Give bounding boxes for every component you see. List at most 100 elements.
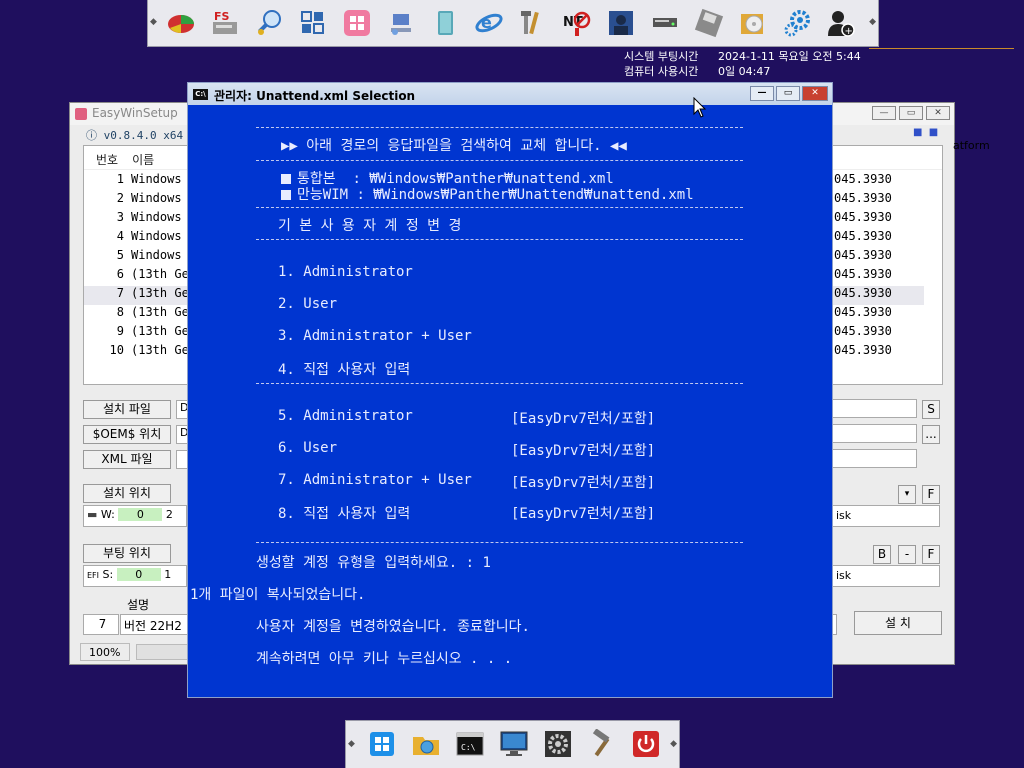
column-no[interactable]: 번호 xyxy=(96,153,118,167)
windows-tile-icon[interactable] xyxy=(338,6,376,40)
console-title: 관리자: Unattend.xml Selection xyxy=(214,89,416,103)
console-minimize-button[interactable]: — xyxy=(750,86,774,101)
row-number: 5 xyxy=(116,248,124,262)
grid-icon[interactable] xyxy=(294,6,332,40)
column-name[interactable]: 이름 xyxy=(132,153,154,167)
row-name: Windows xyxy=(131,210,182,224)
info-icon: ⓘ xyxy=(86,129,104,142)
dropdown-button[interactable]: ▾ xyxy=(898,485,916,504)
continue-message: 계속하려면 아무 키나 누르십시오 . . . xyxy=(256,651,513,667)
path-field-1[interactable] xyxy=(832,399,917,418)
not-icon[interactable]: NT xyxy=(558,6,596,40)
option-6-tag: [EasyDrv7런처/포함] xyxy=(511,443,656,459)
install-button[interactable]: 설 치 xyxy=(854,611,942,635)
floppy-icon[interactable] xyxy=(690,6,728,40)
row-name: (13th Ge xyxy=(131,324,189,338)
minus-button[interactable]: - xyxy=(898,545,916,564)
grip-right-icon[interactable]: ◆ xyxy=(869,17,876,27)
hammer-icon[interactable] xyxy=(582,727,622,761)
row-version: 045.3930 xyxy=(834,210,892,224)
svg-text:FS: FS xyxy=(214,10,230,23)
row-number: 4 xyxy=(116,229,124,243)
grip-left-icon[interactable]: ◆ xyxy=(150,17,157,27)
dots-icon: ■ ■ xyxy=(913,127,939,138)
oem-location-button[interactable]: $OEM$ 위치 xyxy=(83,425,171,444)
boot-location-button[interactable]: 부팅 위치 xyxy=(83,544,171,563)
install-file-button[interactable]: 설치 파일 xyxy=(83,400,171,419)
option-2: 2. User xyxy=(278,296,338,312)
row-version: 045.3930 xyxy=(834,267,892,281)
network-pc-icon[interactable] xyxy=(382,6,420,40)
efi-icon: EFI xyxy=(87,571,100,580)
app-icon xyxy=(75,108,87,120)
tools-icon[interactable] xyxy=(514,6,552,40)
grip-right-icon[interactable]: ◆ xyxy=(670,739,677,749)
disc-box-icon[interactable] xyxy=(734,6,772,40)
windows-icon[interactable] xyxy=(362,727,402,761)
install-location-button[interactable]: 설치 위치 xyxy=(83,484,171,503)
divider xyxy=(256,383,743,384)
row-number: 3 xyxy=(116,210,124,224)
row-number: 9 xyxy=(116,324,124,338)
fs-icon[interactable]: FS xyxy=(206,6,244,40)
console-maximize-button[interactable]: ▭ xyxy=(776,86,800,101)
row-version: 045.3930 xyxy=(834,191,892,205)
drive-small-icon: ▬ xyxy=(87,508,101,521)
row-name: Windows xyxy=(131,191,182,205)
option-4: 4. 직접 사용자 입력 xyxy=(278,362,411,378)
row-version: 045.3930 xyxy=(834,172,892,186)
grip-left-icon[interactable]: ◆ xyxy=(348,739,355,749)
row-version: 045.3930 xyxy=(834,248,892,262)
gears-icon[interactable] xyxy=(778,6,816,40)
uptime-label: 컴퓨터 사용시간 xyxy=(624,65,699,78)
boot-disk-field[interactable]: isk xyxy=(832,565,940,587)
book-icon[interactable] xyxy=(426,6,464,40)
cmd-icon[interactable]: C:\ xyxy=(450,727,490,761)
partition-icon[interactable] xyxy=(162,6,200,40)
user-photo-icon[interactable] xyxy=(602,6,640,40)
path-line-2: 만능WIM : ₩Windows₩Panther₩Unattend₩unatte… xyxy=(281,184,694,204)
settings-icon[interactable] xyxy=(538,727,578,761)
option-1: 1. Administrator xyxy=(278,264,413,280)
b-button[interactable]: B xyxy=(873,545,891,564)
install-location-field[interactable]: ▬ W: 0 2 xyxy=(83,505,187,527)
console-close-button[interactable]: ✕ xyxy=(802,86,828,101)
zoom-status: 100% xyxy=(80,643,130,661)
mouse-cursor-icon xyxy=(693,97,707,118)
separator-line xyxy=(869,48,1014,49)
explorer-icon[interactable] xyxy=(406,727,446,761)
row-name: Windows xyxy=(131,248,182,262)
monitor-icon[interactable] xyxy=(494,727,534,761)
search-user-icon[interactable] xyxy=(250,6,288,40)
top-toolbar: ◆ FS e NT + ◆ xyxy=(147,0,879,47)
power-icon[interactable] xyxy=(626,727,666,761)
drive-icon[interactable] xyxy=(646,6,684,40)
maximize-button[interactable]: ▭ xyxy=(899,106,923,120)
version-label: ⓘ v0.8.4.0 x64 xyxy=(86,129,184,142)
close-button[interactable]: ✕ xyxy=(926,106,950,120)
row-version: 045.3930 xyxy=(834,305,892,319)
f2-button[interactable]: F xyxy=(922,545,940,564)
s-button[interactable]: S xyxy=(922,400,940,419)
console-icon: C:\ xyxy=(193,89,208,100)
console-titlebar[interactable]: C:\ 관리자: Unattend.xml Selection — ▭ ✕ xyxy=(188,83,832,105)
row-number: 8 xyxy=(116,305,124,319)
divider xyxy=(256,127,743,128)
description-field: 버전 22H2 xyxy=(120,614,188,635)
console-header: ▶▶ 아래 경로의 응답파일을 검색하여 교체 합니다. ◀◀ xyxy=(281,138,627,154)
add-user-icon[interactable]: + xyxy=(822,6,860,40)
ie-icon[interactable]: e xyxy=(470,6,508,40)
square-bullet-icon xyxy=(281,190,291,200)
divider xyxy=(256,160,743,161)
browse-button[interactable]: ... xyxy=(922,425,940,444)
option-7-tag: [EasyDrv7런처/포함] xyxy=(511,475,656,491)
boot-location-field[interactable]: EFI S: 0 1 xyxy=(83,565,187,587)
f-button[interactable]: F xyxy=(922,485,940,504)
install-disk-field[interactable]: isk xyxy=(832,505,940,527)
path-field-2[interactable] xyxy=(832,424,917,443)
boot-time-label: 시스템 부팅시간 xyxy=(624,50,699,63)
xml-file-button[interactable]: XML 파일 xyxy=(83,450,171,469)
row-number: 1 xyxy=(116,172,124,186)
path-field-3[interactable] xyxy=(832,449,917,468)
minimize-button[interactable]: — xyxy=(872,106,896,120)
